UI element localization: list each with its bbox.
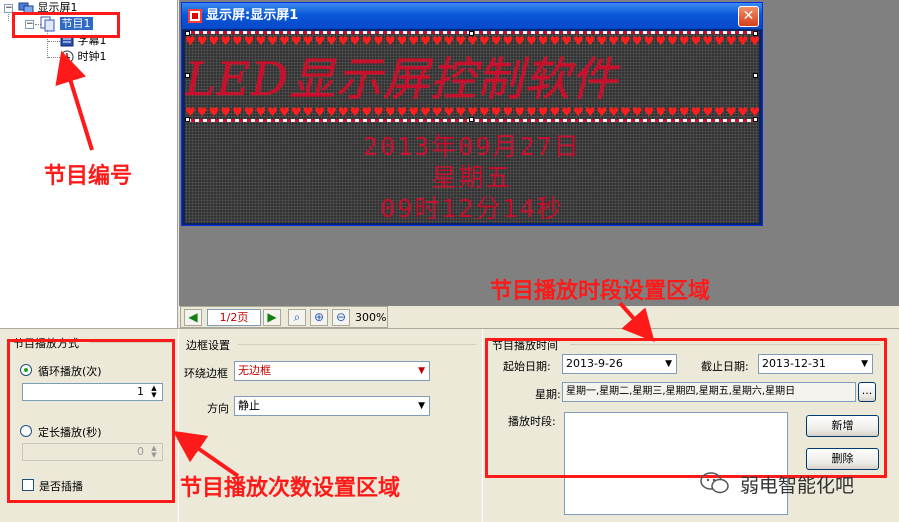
screen-window-titlebar[interactable]: 显示屏:显示屏1 ✕ — [182, 3, 762, 29]
watermark-text: 弱电智能化吧 — [740, 475, 855, 497]
resize-handle[interactable] — [185, 117, 190, 122]
border-select-value: 无边框 — [238, 364, 271, 377]
resize-handle[interactable] — [753, 31, 758, 36]
panel-divider — [178, 329, 179, 522]
border-select[interactable]: 无边框 ▼ — [234, 361, 430, 381]
border-label: 环绕边框 — [184, 367, 228, 380]
border-settings-title: 边框设置 — [186, 339, 230, 352]
led-clock-time: 09时12分14秒 — [380, 194, 564, 223]
screen-window-title: 显示屏:显示屏1 — [206, 8, 299, 23]
tree-item-clock[interactable]: 时钟1 — [60, 49, 107, 65]
page-indicator[interactable]: 1/2页 — [207, 309, 261, 326]
zoom-level: 300% — [355, 311, 387, 324]
tree-line — [48, 57, 60, 58]
preview-area[interactable]: 显示屏:显示屏1 ✕ ♥♥♥♥♥♥♥♥♥♥♥♥♥♥♥♥♥♥♥♥♥♥♥♥♥♥♥♥♥… — [179, 0, 899, 306]
direction-label: 方向 — [207, 402, 229, 415]
annotation-program-number: 节目编号 — [44, 164, 133, 189]
tree-line — [48, 41, 60, 42]
dropdown-arrow-icon[interactable]: ▼ — [418, 397, 425, 415]
led-caption-text: LED显示屏控制软件 — [185, 52, 619, 106]
resize-handle[interactable] — [753, 73, 758, 78]
zoom-out-icon[interactable]: ⊖ — [332, 309, 350, 326]
zoom-in-icon[interactable]: ⊕ — [310, 309, 328, 326]
resize-handle[interactable] — [469, 31, 474, 36]
panel-divider — [482, 329, 483, 522]
tree-item-label: 时钟1 — [77, 50, 107, 63]
resize-handle[interactable] — [185, 31, 190, 36]
next-page-button[interactable]: ▶ — [263, 309, 281, 326]
annotation-schedule-area: 节目播放时段设置区域 — [490, 279, 711, 304]
direction-select-value: 静止 — [238, 399, 260, 412]
groupbox-line — [238, 344, 476, 345]
resize-handle[interactable] — [753, 117, 758, 122]
program-number-highlight — [12, 12, 120, 38]
app-icon — [188, 9, 202, 23]
resize-handle[interactable] — [469, 117, 474, 122]
annotation-count-area: 节目播放次数设置区域 — [180, 476, 401, 501]
close-button[interactable]: ✕ — [738, 6, 759, 27]
schedule-highlight — [485, 338, 887, 478]
zoom-fit-icon[interactable]: ⌕ — [288, 309, 306, 326]
play-count-highlight — [7, 339, 175, 503]
resize-handle[interactable] — [185, 73, 190, 78]
screen-window[interactable]: 显示屏:显示屏1 ✕ ♥♥♥♥♥♥♥♥♥♥♥♥♥♥♥♥♥♥♥♥♥♥♥♥♥♥♥♥♥… — [181, 2, 763, 226]
clock-icon — [60, 50, 74, 64]
wechat-icon — [700, 472, 729, 494]
direction-select[interactable]: 静止 ▼ — [234, 396, 430, 416]
preview-toolbar: ◀ 1/2页 ▶ ⌕ ⊕ ⊖ 300% — [180, 306, 388, 328]
led-canvas[interactable]: ♥♥♥♥♥♥♥♥♥♥♥♥♥♥♥♥♥♥♥♥♥♥♥♥♥♥♥♥♥♥♥♥♥♥♥♥♥♥♥♥… — [185, 31, 759, 223]
prev-page-button[interactable]: ◀ — [184, 309, 202, 326]
arrow-schedule-area — [618, 301, 655, 342]
dropdown-arrow-icon[interactable]: ▼ — [418, 362, 425, 380]
